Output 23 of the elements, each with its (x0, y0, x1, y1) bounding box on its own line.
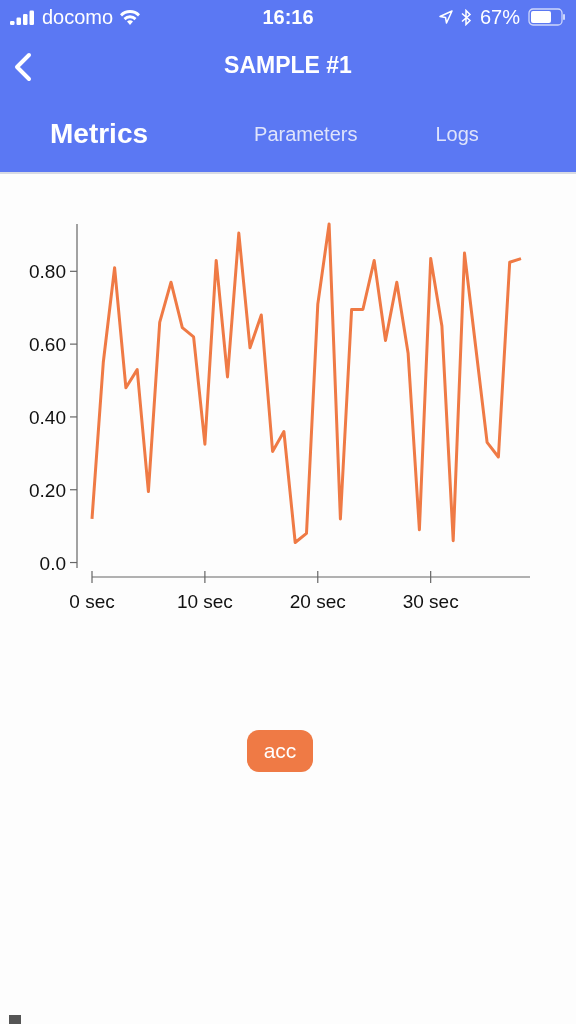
square-mark (9, 1015, 21, 1024)
x-tick-label: 10 sec (176, 591, 233, 612)
carrier-name: docomo (42, 5, 114, 29)
battery-percent: 67% (479, 5, 520, 29)
x-tick-label: 0 sec (69, 591, 115, 612)
y-tick-label: 0.80 (29, 261, 66, 283)
clock-time: 16:16 (262, 5, 314, 29)
tab[interactable]: Metrics (42, 112, 157, 156)
x-tick-label: 30 sec (402, 591, 459, 612)
bluetooth-icon (460, 8, 472, 26)
y-tick-label: 0.40 (29, 406, 66, 428)
tab[interactable]: Parameters (246, 116, 366, 152)
tab[interactable]: Logs (427, 116, 487, 152)
y-tick-label: 0.20 (29, 479, 66, 501)
series-toggle-button[interactable]: acc (246, 730, 314, 772)
location-arrow-icon (438, 10, 453, 24)
signal-icon (10, 9, 36, 25)
y-tick-label: 0.60 (29, 334, 66, 356)
y-tick-label: 0.0 (39, 552, 66, 574)
battery-icon (528, 8, 566, 26)
screen-title: SAMPLE #1 (224, 51, 352, 79)
wifi-icon (119, 9, 142, 25)
x-tick-label: 20 sec (289, 591, 346, 612)
